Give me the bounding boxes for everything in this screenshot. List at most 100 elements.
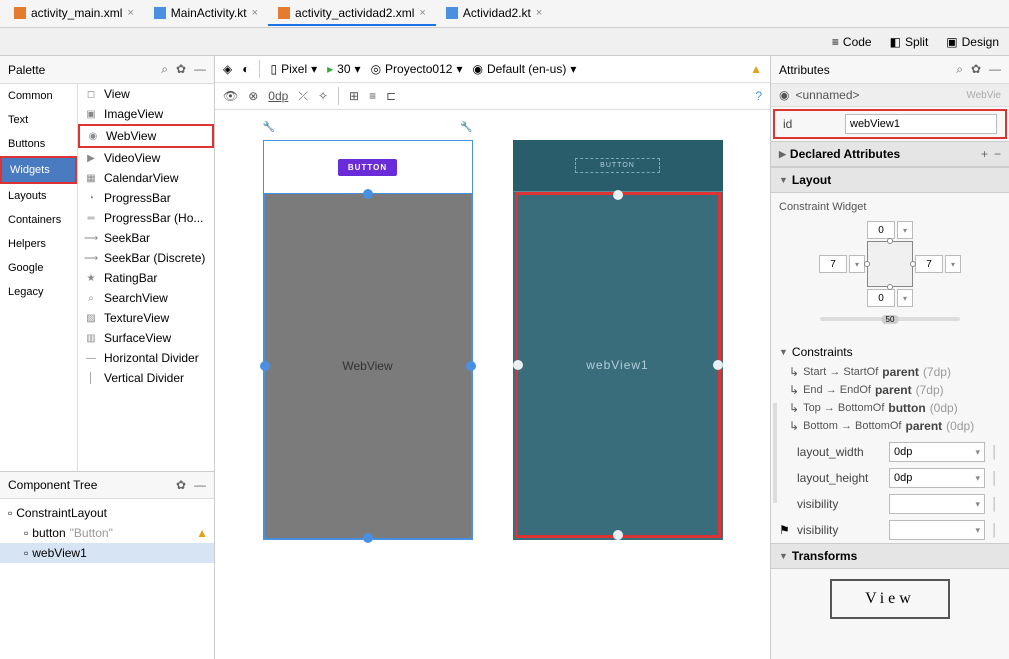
cat-common[interactable]: Common <box>0 84 77 108</box>
split-mode-button[interactable]: ◧Split <box>886 33 933 51</box>
margin-bottom-dd[interactable]: ▾ <box>897 289 913 307</box>
constraint-handle[interactable] <box>713 360 723 370</box>
margin-right-input[interactable]: 7 <box>915 255 943 273</box>
widget-horizontal-divider[interactable]: —Horizontal Divider <box>78 348 214 368</box>
preview-webview[interactable]: WebView <box>264 193 472 539</box>
attr-dropdown[interactable] <box>889 520 985 540</box>
clear-constraints-icon[interactable]: ⤫ <box>298 89 308 104</box>
constraints-header[interactable]: ▼Constraints <box>779 341 1001 363</box>
blueprint-button[interactable]: BUTTON <box>575 158 660 173</box>
blueprint-preview[interactable]: BUTTON webView1 <box>513 140 723 540</box>
layout-section-header[interactable]: ▼ Layout <box>771 167 1009 193</box>
constraint-row[interactable]: ↳ Bottom → BottomOf parent (0dp) <box>779 417 1001 435</box>
cat-widgets[interactable]: Widgets <box>0 156 77 184</box>
magnet-icon[interactable]: ⊗ <box>248 89 258 103</box>
visibility-icon[interactable]: 👁 <box>223 89 238 103</box>
horizontal-bias-slider[interactable] <box>820 317 960 321</box>
widget-calendarview[interactable]: ▦CalendarView <box>78 168 214 188</box>
widget-progressbar-ho-[interactable]: ═ProgressBar (Ho... <box>78 208 214 228</box>
constraint-box[interactable] <box>867 241 913 287</box>
widget-seekbar[interactable]: ⟶SeekBar <box>78 228 214 248</box>
help-icon[interactable]: ? <box>755 89 762 103</box>
cat-helpers[interactable]: Helpers <box>0 232 77 256</box>
cat-google[interactable]: Google <box>0 256 77 280</box>
margin-top-dd[interactable]: ▾ <box>897 221 913 239</box>
resize-handle[interactable] <box>363 189 373 199</box>
widget-ratingbar[interactable]: ★RatingBar <box>78 268 214 288</box>
constraint-row[interactable]: ↳ Top → BottomOf button (0dp) <box>779 399 1001 417</box>
minimize-icon[interactable]: — <box>989 62 1001 77</box>
design-canvas[interactable]: 🔧 🔧 BUTTON WebView BUTTON <box>215 110 770 659</box>
preview-button[interactable]: BUTTON <box>338 159 397 176</box>
design-preview[interactable]: BUTTON WebView <box>263 140 473 540</box>
declared-attributes-header[interactable]: ▶ Declared Attributes +− <box>771 141 1009 167</box>
constraint-row[interactable]: ↳ End → EndOf parent (7dp) <box>779 381 1001 399</box>
tab-activity-main[interactable]: activity_main.xml× <box>4 2 144 26</box>
warning-icon[interactable]: ▲ <box>750 62 762 76</box>
margin-left-input[interactable]: 7 <box>819 255 847 273</box>
margin-left-dd[interactable]: ▾ <box>849 255 865 273</box>
api-dropdown[interactable]: ▸30▾ <box>327 62 360 76</box>
default-margin[interactable]: 0dp <box>268 89 288 103</box>
attr-dropdown[interactable]: 0dp <box>889 468 985 488</box>
design-surface-icon[interactable]: ◈ <box>223 62 232 76</box>
close-icon[interactable]: × <box>252 7 258 19</box>
device-dropdown[interactable]: ▯Pixel▾ <box>270 62 317 76</box>
orientation-icon[interactable]: ◐ <box>242 62 249 76</box>
gear-icon[interactable]: ✿ <box>971 62 981 77</box>
minimize-icon[interactable]: — <box>194 62 206 77</box>
close-icon[interactable]: × <box>536 7 542 19</box>
cat-layouts[interactable]: Layouts <box>0 184 77 208</box>
widget-view[interactable]: ◻View <box>78 84 214 104</box>
search-icon[interactable]: ⌕ <box>161 62 168 77</box>
constraint-row[interactable]: ↳ Start → StartOf parent (7dp) <box>779 363 1001 381</box>
widget-textureview[interactable]: ▨TextureView <box>78 308 214 328</box>
pack-icon[interactable]: ⊏ <box>386 89 396 103</box>
resize-handle[interactable] <box>466 361 476 371</box>
search-icon[interactable]: ⌕ <box>956 62 963 77</box>
close-icon[interactable]: × <box>127 7 133 19</box>
theme-dropdown[interactable]: ◎Proyecto012▾ <box>371 62 463 76</box>
locale-dropdown[interactable]: ◉Default (en-us)▾ <box>472 62 576 76</box>
cat-buttons[interactable]: Buttons <box>0 132 77 156</box>
design-mode-button[interactable]: ▣Design <box>942 33 1003 51</box>
margin-top-input[interactable]: 0 <box>867 221 895 239</box>
remove-icon[interactable]: − <box>994 147 1001 161</box>
guidelines-icon[interactable]: ⊞ <box>349 89 359 103</box>
add-icon[interactable]: + <box>981 147 988 161</box>
tree-item[interactable]: ▫webView1 <box>0 543 214 563</box>
widget-vertical-divider[interactable]: │Vertical Divider <box>78 368 214 388</box>
resize-handle[interactable] <box>363 533 373 543</box>
attr-dropdown[interactable]: 0dp <box>889 442 985 462</box>
constraint-handle[interactable] <box>513 360 523 370</box>
cat-legacy[interactable]: Legacy <box>0 280 77 304</box>
cat-containers[interactable]: Containers <box>0 208 77 232</box>
close-icon[interactable]: × <box>419 7 425 19</box>
attr-dropdown[interactable] <box>889 494 985 514</box>
gear-icon[interactable]: ✿ <box>176 478 186 492</box>
tree-item[interactable]: ▫button"Button"▲ <box>0 523 214 543</box>
blueprint-webview[interactable]: webView1 <box>515 192 721 538</box>
align-icon[interactable]: ≡ <box>369 89 376 103</box>
widget-progressbar[interactable]: ◔ProgressBar <box>78 188 214 208</box>
minimize-icon[interactable]: — <box>194 478 206 492</box>
constraint-handle[interactable] <box>613 530 623 540</box>
margin-right-dd[interactable]: ▾ <box>945 255 961 273</box>
gear-icon[interactable]: ✿ <box>176 62 186 77</box>
widget-surfaceview[interactable]: ▥SurfaceView <box>78 328 214 348</box>
widget-videoview[interactable]: ▶VideoView <box>78 148 214 168</box>
constraint-handle[interactable] <box>613 190 623 200</box>
widget-seekbar-discrete-[interactable]: ⟶SeekBar (Discrete) <box>78 248 214 268</box>
id-input[interactable] <box>845 114 997 134</box>
tree-item[interactable]: ▫ConstraintLayout <box>0 503 214 523</box>
cat-text[interactable]: Text <box>0 108 77 132</box>
widget-imageview[interactable]: ▣ImageView <box>78 104 214 124</box>
widget-webview[interactable]: ◉WebView <box>78 124 214 148</box>
vertical-bias-slider[interactable] <box>773 403 777 503</box>
tab-main-activity[interactable]: MainActivity.kt× <box>144 2 268 26</box>
tab-actividad2[interactable]: Actividad2.kt× <box>436 2 552 26</box>
code-mode-button[interactable]: ≡Code <box>828 33 876 51</box>
margin-bottom-input[interactable]: 0 <box>867 289 895 307</box>
resize-handle[interactable] <box>260 361 270 371</box>
widget-searchview[interactable]: ⌕SearchView <box>78 288 214 308</box>
